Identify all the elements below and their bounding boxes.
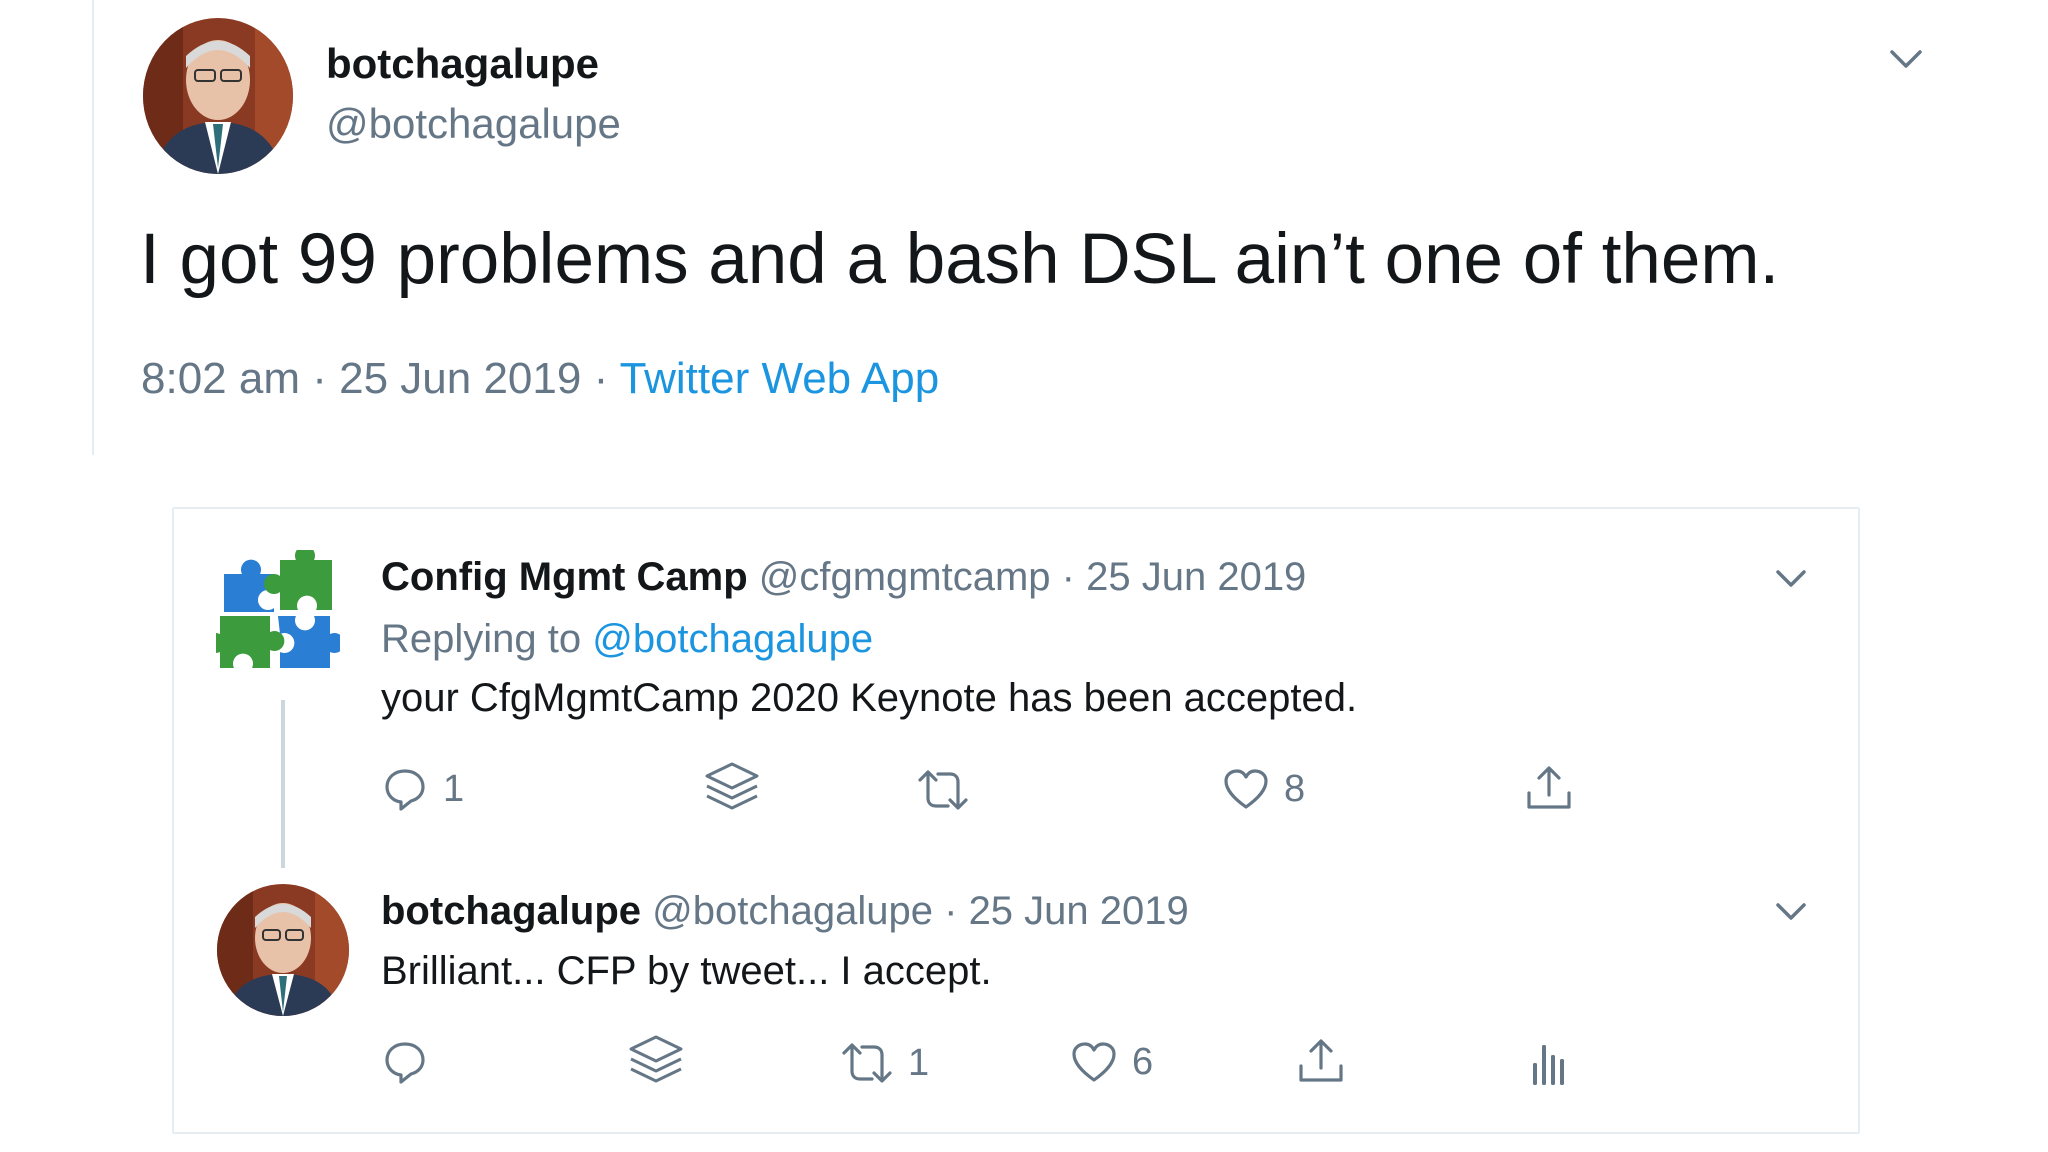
reply1-handle[interactable]: @cfgmgmtcamp (759, 555, 1051, 599)
replying-to-handle-link[interactable]: @botchagalupe (592, 617, 873, 661)
meta-separator: · (944, 889, 958, 933)
analytics-icon (1533, 1045, 1564, 1085)
reply-icon (385, 769, 425, 811)
reply1-like-count: 8 (1284, 767, 1306, 810)
reply-icon (385, 1042, 425, 1084)
reply1-retweet-button[interactable] (916, 766, 970, 814)
thread-connector-line (281, 700, 285, 868)
main-avatar[interactable] (143, 18, 293, 174)
reply1-like-button[interactable]: 8 (1222, 764, 1305, 814)
reply1-share-button[interactable] (1524, 762, 1574, 814)
retweet-icon (842, 1043, 892, 1083)
reply2-like-button[interactable]: 6 (1070, 1037, 1153, 1087)
heart-icon (1072, 1042, 1116, 1082)
reply2-date[interactable]: 25 Jun 2019 (969, 889, 1189, 933)
share-icon (1527, 766, 1571, 809)
reply1-replying-to: Replying to @botchagalupe (381, 614, 873, 664)
reply1-more-button[interactable] (1774, 565, 1808, 591)
reply2-handle[interactable]: @botchagalupe (652, 889, 933, 933)
replying-to-label: Replying to (381, 617, 582, 661)
main-display-name[interactable]: botchagalupe (326, 38, 599, 90)
share-icon (1299, 1039, 1343, 1082)
reply2-stack-button[interactable] (627, 1033, 685, 1089)
meta-separator: · (1061, 555, 1075, 599)
reply1-reply-button[interactable]: 1 (381, 764, 464, 814)
meta-separator: · (593, 354, 609, 403)
layers-icon (629, 1035, 683, 1083)
tweet-time[interactable]: 8:02 am (141, 354, 300, 403)
chevron-down-icon (1776, 903, 1806, 920)
timeline-divider (92, 0, 94, 455)
reply2-analytics-button[interactable] (1530, 1037, 1566, 1089)
tweet-source-link[interactable]: Twitter Web App (620, 354, 940, 403)
reply1-stack-button[interactable] (703, 760, 761, 816)
reply1-header: Config Mgmt Camp @cfgmgmtcamp · 25 Jun 2… (381, 552, 1306, 602)
reply2-avatar[interactable] (217, 884, 349, 1016)
layers-icon (705, 762, 759, 810)
chevron-down-icon (1776, 570, 1806, 587)
reply1-reply-count: 1 (443, 767, 465, 810)
reply1-display-name[interactable]: Config Mgmt Camp (381, 555, 748, 599)
meta-separator: · (312, 354, 327, 403)
tweet-date[interactable]: 25 Jun 2019 (339, 354, 581, 403)
reply2-header: botchagalupe @botchagalupe · 25 Jun 2019 (381, 886, 1189, 936)
retweet-icon (918, 770, 968, 810)
cfgmgmtcamp-avatar[interactable] (216, 550, 340, 674)
heart-icon (1224, 769, 1268, 809)
main-handle[interactable]: @botchagalupe (326, 98, 621, 150)
reply2-like-count: 6 (1132, 1040, 1154, 1083)
reply2-reply-button[interactable] (381, 1037, 429, 1087)
reply1-date[interactable]: 25 Jun 2019 (1086, 555, 1306, 599)
reply2-share-button[interactable] (1296, 1035, 1346, 1087)
reply2-retweet-count: 1 (908, 1041, 930, 1084)
main-tweet-text: I got 99 problems and a bash DSL ain’t o… (140, 220, 1780, 299)
main-tweet-meta: 8:02 am · 25 Jun 2019 · Twitter Web App (141, 352, 939, 406)
reply2-more-button[interactable] (1774, 898, 1808, 924)
reply2-display-name[interactable]: botchagalupe (381, 889, 641, 933)
main-more-button[interactable] (1888, 44, 1924, 72)
chevron-down-icon (1890, 50, 1922, 68)
reply1-text: your CfgMgmtCamp 2020 Keynote has been a… (381, 676, 1358, 720)
reply2-retweet-button[interactable]: 1 (840, 1039, 929, 1087)
reply2-text: Brilliant... CFP by tweet... I accept. (381, 949, 992, 993)
